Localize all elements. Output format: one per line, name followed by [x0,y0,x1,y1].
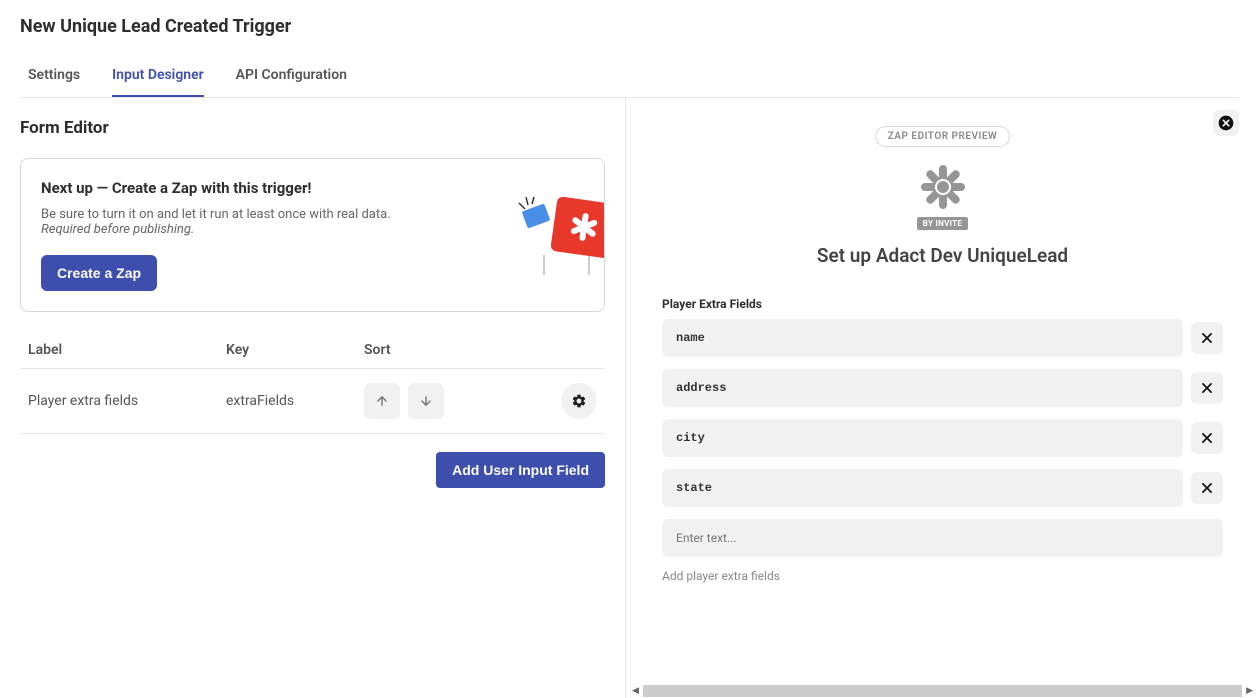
field-input-city[interactable] [662,419,1183,457]
field-row [662,419,1223,457]
create-zap-card: Next up — Create a Zap with this trigger… [20,158,605,312]
horizontal-scrollbar[interactable]: ◀ ▶ [626,684,1259,698]
scroll-right-icon[interactable]: ▶ [1244,686,1255,696]
zapier-logo-icon [919,163,967,211]
create-zap-button[interactable]: Create a Zap [41,255,157,291]
sort-down-button[interactable] [408,383,444,419]
field-input-new[interactable] [662,519,1223,557]
card-body: Be sure to turn it on and let it run at … [41,207,441,237]
field-row [662,369,1223,407]
arrow-down-icon [419,394,433,408]
col-header-key: Key [226,342,364,358]
x-icon [1200,331,1214,345]
col-header-sort: Sort [364,342,597,358]
card-graphic-icon [514,195,605,275]
field-input-name[interactable] [662,319,1183,357]
col-header-label: Label [28,342,226,358]
field-input-address[interactable] [662,369,1183,407]
remove-field-button[interactable] [1191,472,1223,504]
table-header: Label Key Sort [20,332,605,369]
page-title: New Unique Lead Created Trigger [20,16,1239,37]
row-label: Player extra fields [28,393,226,409]
x-icon [1200,381,1214,395]
scroll-track[interactable] [643,685,1242,697]
add-user-input-field-button[interactable]: Add User Input Field [436,452,605,488]
sort-up-button[interactable] [364,383,400,419]
row-key: extraFields [226,393,364,409]
card-title: Next up — Create a Zap with this trigger… [41,179,584,197]
field-row-new [662,519,1223,557]
x-icon [1200,481,1214,495]
invite-badge: BY INVITE [917,217,968,230]
table-row: Player extra fields extraFields [20,369,605,434]
gear-icon [571,393,587,409]
field-row [662,469,1223,507]
remove-field-button[interactable] [1191,372,1223,404]
preview-title: Set up Adact Dev UniqueLead [817,244,1068,267]
close-icon [1218,115,1234,131]
tab-api-configuration[interactable]: API Configuration [236,57,347,97]
tabs: Settings Input Designer API Configuratio… [20,57,1239,98]
remove-field-button[interactable] [1191,422,1223,454]
field-row [662,319,1223,357]
field-input-state[interactable] [662,469,1183,507]
scroll-left-icon[interactable]: ◀ [630,686,641,696]
x-icon [1200,431,1214,445]
add-player-extra-fields-hint: Add player extra fields [662,569,1223,583]
preview-badge: ZAP EDITOR PREVIEW [875,126,1011,147]
tab-settings[interactable]: Settings [28,57,80,97]
form-editor-title: Form Editor [20,118,605,138]
remove-field-button[interactable] [1191,322,1223,354]
player-extra-fields-label: Player Extra Fields [662,297,1223,311]
arrow-up-icon [375,394,389,408]
close-preview-button[interactable] [1213,110,1239,136]
row-settings-button[interactable] [561,383,597,419]
tab-input-designer[interactable]: Input Designer [112,57,204,97]
